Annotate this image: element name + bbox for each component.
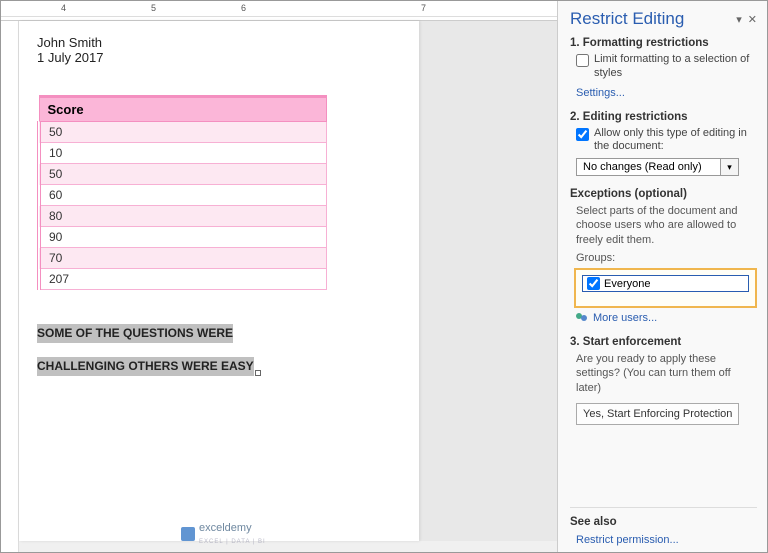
table-row: 207: [39, 269, 327, 290]
start-enforcement-heading: 3. Start enforcement: [570, 336, 757, 348]
ruler-mark: 4: [61, 3, 66, 13]
restrict-editing-pane: Restrict Editing ▾ ✕ 1. Formatting restr…: [557, 1, 767, 552]
selected-text-line[interactable]: SOME OF THE QUESTIONS WERE: [37, 324, 233, 343]
pane-close-icon[interactable]: ✕: [748, 13, 757, 26]
allow-editing-checkbox[interactable]: [576, 128, 589, 141]
users-icon: [576, 313, 589, 324]
more-users-link[interactable]: More users...: [593, 312, 657, 324]
table-row: 90: [39, 227, 327, 248]
exceptions-heading: Exceptions (optional): [570, 188, 757, 200]
see-also-heading: See also: [570, 516, 757, 528]
group-everyone-label: Everyone: [604, 278, 650, 290]
allow-editing-label: Allow only this type of editing in the d…: [594, 127, 757, 155]
vertical-ruler: [1, 21, 19, 552]
score-table[interactable]: Score 50 10 50 60 80 90 70 207: [37, 95, 327, 290]
ruler-mark: 7: [421, 3, 426, 13]
group-everyone-checkbox[interactable]: [587, 277, 600, 290]
limit-formatting-checkbox-row[interactable]: Limit formatting to a selection of style…: [576, 53, 757, 81]
groups-box: Everyone: [574, 268, 757, 308]
watermark-text: exceldemy: [199, 522, 252, 534]
group-everyone-row[interactable]: Everyone: [582, 275, 749, 292]
selected-text-line[interactable]: CHALLENGING OTHERS WERE EASY: [37, 357, 254, 376]
score-header[interactable]: Score: [39, 97, 327, 122]
restrict-permission-link[interactable]: Restrict permission...: [576, 534, 679, 546]
limit-formatting-checkbox[interactable]: [576, 54, 589, 67]
table-row: 70: [39, 248, 327, 269]
selected-text-block[interactable]: SOME OF THE QUESTIONS WERE CHALLENGING O…: [27, 310, 419, 376]
selection-handle-icon[interactable]: [255, 370, 261, 376]
editing-type-select[interactable]: No changes (Read only): [576, 158, 721, 176]
exceldemy-logo-icon: [181, 527, 195, 541]
table-row: 50: [39, 122, 327, 143]
formatting-restrictions-heading: 1. Formatting restrictions: [570, 37, 757, 49]
page-margin-area: [419, 21, 557, 541]
horizontal-ruler: 4 5 6 7: [1, 1, 557, 21]
start-enforcing-button[interactable]: Yes, Start Enforcing Protection: [576, 403, 739, 425]
table-row: 50: [39, 164, 327, 185]
pane-menu-icon[interactable]: ▾: [736, 13, 742, 26]
formatting-settings-link[interactable]: Settings...: [576, 87, 625, 99]
groups-label: Groups:: [576, 251, 757, 265]
document-date[interactable]: 1 July 2017: [27, 50, 419, 65]
chevron-down-icon[interactable]: ▾: [721, 158, 739, 176]
start-enforcement-description: Are you ready to apply these settings? (…: [576, 352, 757, 395]
pane-title: Restrict Editing: [570, 9, 684, 29]
limit-formatting-label: Limit formatting to a selection of style…: [594, 53, 757, 81]
allow-editing-checkbox-row[interactable]: Allow only this type of editing in the d…: [576, 127, 757, 155]
table-row: 80: [39, 206, 327, 227]
watermark-sub: EXCEL | DATA | BI: [199, 539, 266, 545]
document-area: 4 5 6 7 John Smith 1 July 2017 Score 50 …: [1, 1, 557, 552]
document-page[interactable]: John Smith 1 July 2017 Score 50 10 50 60…: [19, 21, 419, 541]
exceptions-description: Select parts of the document and choose …: [576, 204, 757, 247]
ruler-mark: 6: [241, 3, 246, 13]
ruler-mark: 5: [151, 3, 156, 13]
watermark: exceldemy EXCEL | DATA | BI: [181, 522, 266, 546]
author-name[interactable]: John Smith: [27, 35, 419, 50]
table-row: 60: [39, 185, 327, 206]
table-row: 10: [39, 143, 327, 164]
editing-restrictions-heading: 2. Editing restrictions: [570, 111, 757, 123]
